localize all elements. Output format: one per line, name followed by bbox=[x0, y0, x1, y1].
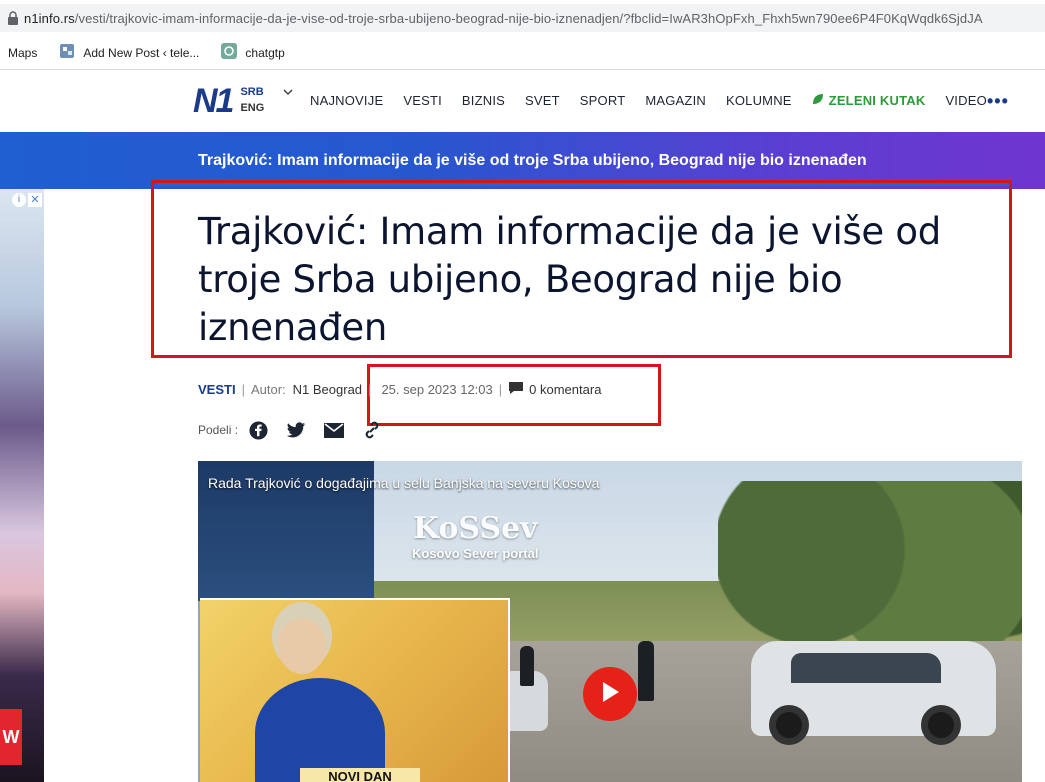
nav-kolumne[interactable]: KOLUMNE bbox=[726, 93, 792, 108]
meta-separator: | bbox=[241, 382, 245, 397]
main-nav: NAJNOVIJE VESTI BIZNIS SVET SPORT MAGAZI… bbox=[310, 93, 1007, 108]
author-label: Autor: bbox=[250, 382, 286, 397]
car-wheel bbox=[769, 705, 809, 745]
nav-vesti[interactable]: VESTI bbox=[403, 93, 442, 108]
video-person-figure bbox=[638, 641, 654, 701]
address-bar[interactable]: n1info.rs/vesti/trajkovic-imam-informaci… bbox=[0, 4, 1045, 32]
inset-caption: NOVI DAN bbox=[300, 768, 420, 782]
wordpress-icon bbox=[59, 43, 75, 62]
article-date: 25. sep 2023 12:03 bbox=[381, 382, 493, 397]
n1-logo[interactable]: N1 SRB ENG bbox=[193, 82, 293, 120]
inset-person-head bbox=[278, 618, 326, 674]
car-window bbox=[791, 653, 941, 683]
ad-info-icon[interactable]: i bbox=[12, 193, 26, 207]
site-info-icon[interactable] bbox=[2, 11, 24, 25]
video-player[interactable]: NOVI DAN Rada Trajković o događajima u s… bbox=[198, 461, 1022, 782]
url-text: n1info.rs/vesti/trajkovic-imam-informaci… bbox=[24, 11, 983, 26]
comments-link[interactable]: 0 komentara bbox=[508, 381, 601, 398]
share-label: Podeli : bbox=[198, 423, 239, 437]
video-car bbox=[751, 641, 996, 745]
video-watermark-sub: Kosovo Sever portal bbox=[412, 546, 539, 561]
facebook-icon[interactable] bbox=[248, 420, 268, 440]
car-wheel bbox=[921, 705, 961, 745]
video-person-figure bbox=[520, 646, 534, 686]
language-switcher[interactable]: SRB ENG bbox=[240, 84, 264, 116]
video-watermark: KoSSev bbox=[413, 511, 538, 546]
url-path: /vesti/trajkovic-imam-informacije-da-je-… bbox=[74, 10, 983, 26]
bookmark-add-new-post[interactable]: Add New Post ‹ tele... bbox=[59, 43, 199, 62]
article-meta: VESTI | Autor: N1 Beograd | 25. sep 2023… bbox=[198, 381, 601, 398]
email-icon[interactable] bbox=[324, 420, 345, 440]
play-button[interactable] bbox=[583, 667, 637, 721]
chevron-down-icon[interactable] bbox=[283, 88, 293, 99]
more-menu-button[interactable]: ••• bbox=[987, 91, 1009, 112]
bookmark-chatgtp[interactable]: chatgtp bbox=[221, 43, 285, 62]
lang-srb[interactable]: SRB bbox=[240, 84, 264, 100]
nav-biznis[interactable]: BIZNIS bbox=[462, 93, 505, 108]
comments-count: 0 komentara bbox=[529, 382, 602, 397]
bookmark-label: chatgtp bbox=[245, 45, 285, 60]
twitter-icon[interactable] bbox=[286, 420, 306, 440]
article-author[interactable]: N1 Beograd bbox=[293, 382, 362, 397]
openai-icon bbox=[221, 43, 238, 62]
nav-najnovije[interactable]: NAJNOVIJE bbox=[310, 93, 383, 108]
bookmark-label: Add New Post ‹ tele... bbox=[83, 45, 200, 60]
share-bar: Podeli : bbox=[198, 420, 382, 440]
leaf-icon bbox=[812, 93, 824, 108]
site-header: N1 SRB ENG NAJNOVIJE VESTI BIZNIS SVET S… bbox=[0, 71, 1045, 132]
video-inset-studio: NOVI DAN bbox=[200, 598, 510, 782]
nav-label: ZELENI KUTAK bbox=[828, 93, 926, 108]
ad-close-icon[interactable]: ✕ bbox=[28, 193, 42, 207]
side-advertisement[interactable]: i ✕ W bbox=[0, 189, 44, 782]
video-title[interactable]: Rada Trajković o događajima u selu Banjs… bbox=[208, 475, 599, 491]
banner-title: Trajković: Imam informacije da je više o… bbox=[198, 152, 867, 169]
bookmark-label: Maps bbox=[8, 45, 38, 60]
comment-icon bbox=[508, 381, 524, 398]
browser-url-bar: n1info.rs/vesti/trajkovic-imam-informaci… bbox=[0, 0, 1045, 36]
article-category[interactable]: VESTI bbox=[198, 382, 236, 397]
nav-magazin[interactable]: MAGAZIN bbox=[645, 93, 706, 108]
copy-link-icon[interactable] bbox=[362, 420, 382, 440]
logo-text: N1 bbox=[193, 82, 234, 120]
annotation-box-title bbox=[151, 180, 1012, 358]
nav-zeleni-kutak[interactable]: ZELENI KUTAK bbox=[812, 93, 926, 108]
url-host: n1info.rs bbox=[24, 10, 75, 26]
nav-video[interactable]: VIDEO bbox=[945, 93, 986, 108]
bookmark-maps[interactable]: Maps bbox=[8, 46, 37, 60]
nav-svet[interactable]: SVET bbox=[525, 93, 560, 108]
inset-person-body bbox=[255, 678, 385, 782]
meta-separator: | bbox=[498, 382, 503, 397]
nav-sport[interactable]: SPORT bbox=[580, 93, 626, 108]
meta-separator: | bbox=[368, 382, 372, 397]
play-icon bbox=[600, 681, 620, 708]
ad-red-badge: W bbox=[0, 709, 22, 765]
lang-eng[interactable]: ENG bbox=[240, 100, 264, 116]
video-background-trees bbox=[718, 481, 1022, 651]
bookmarks-bar: Maps Add New Post ‹ tele... chatgtp bbox=[0, 36, 1045, 70]
